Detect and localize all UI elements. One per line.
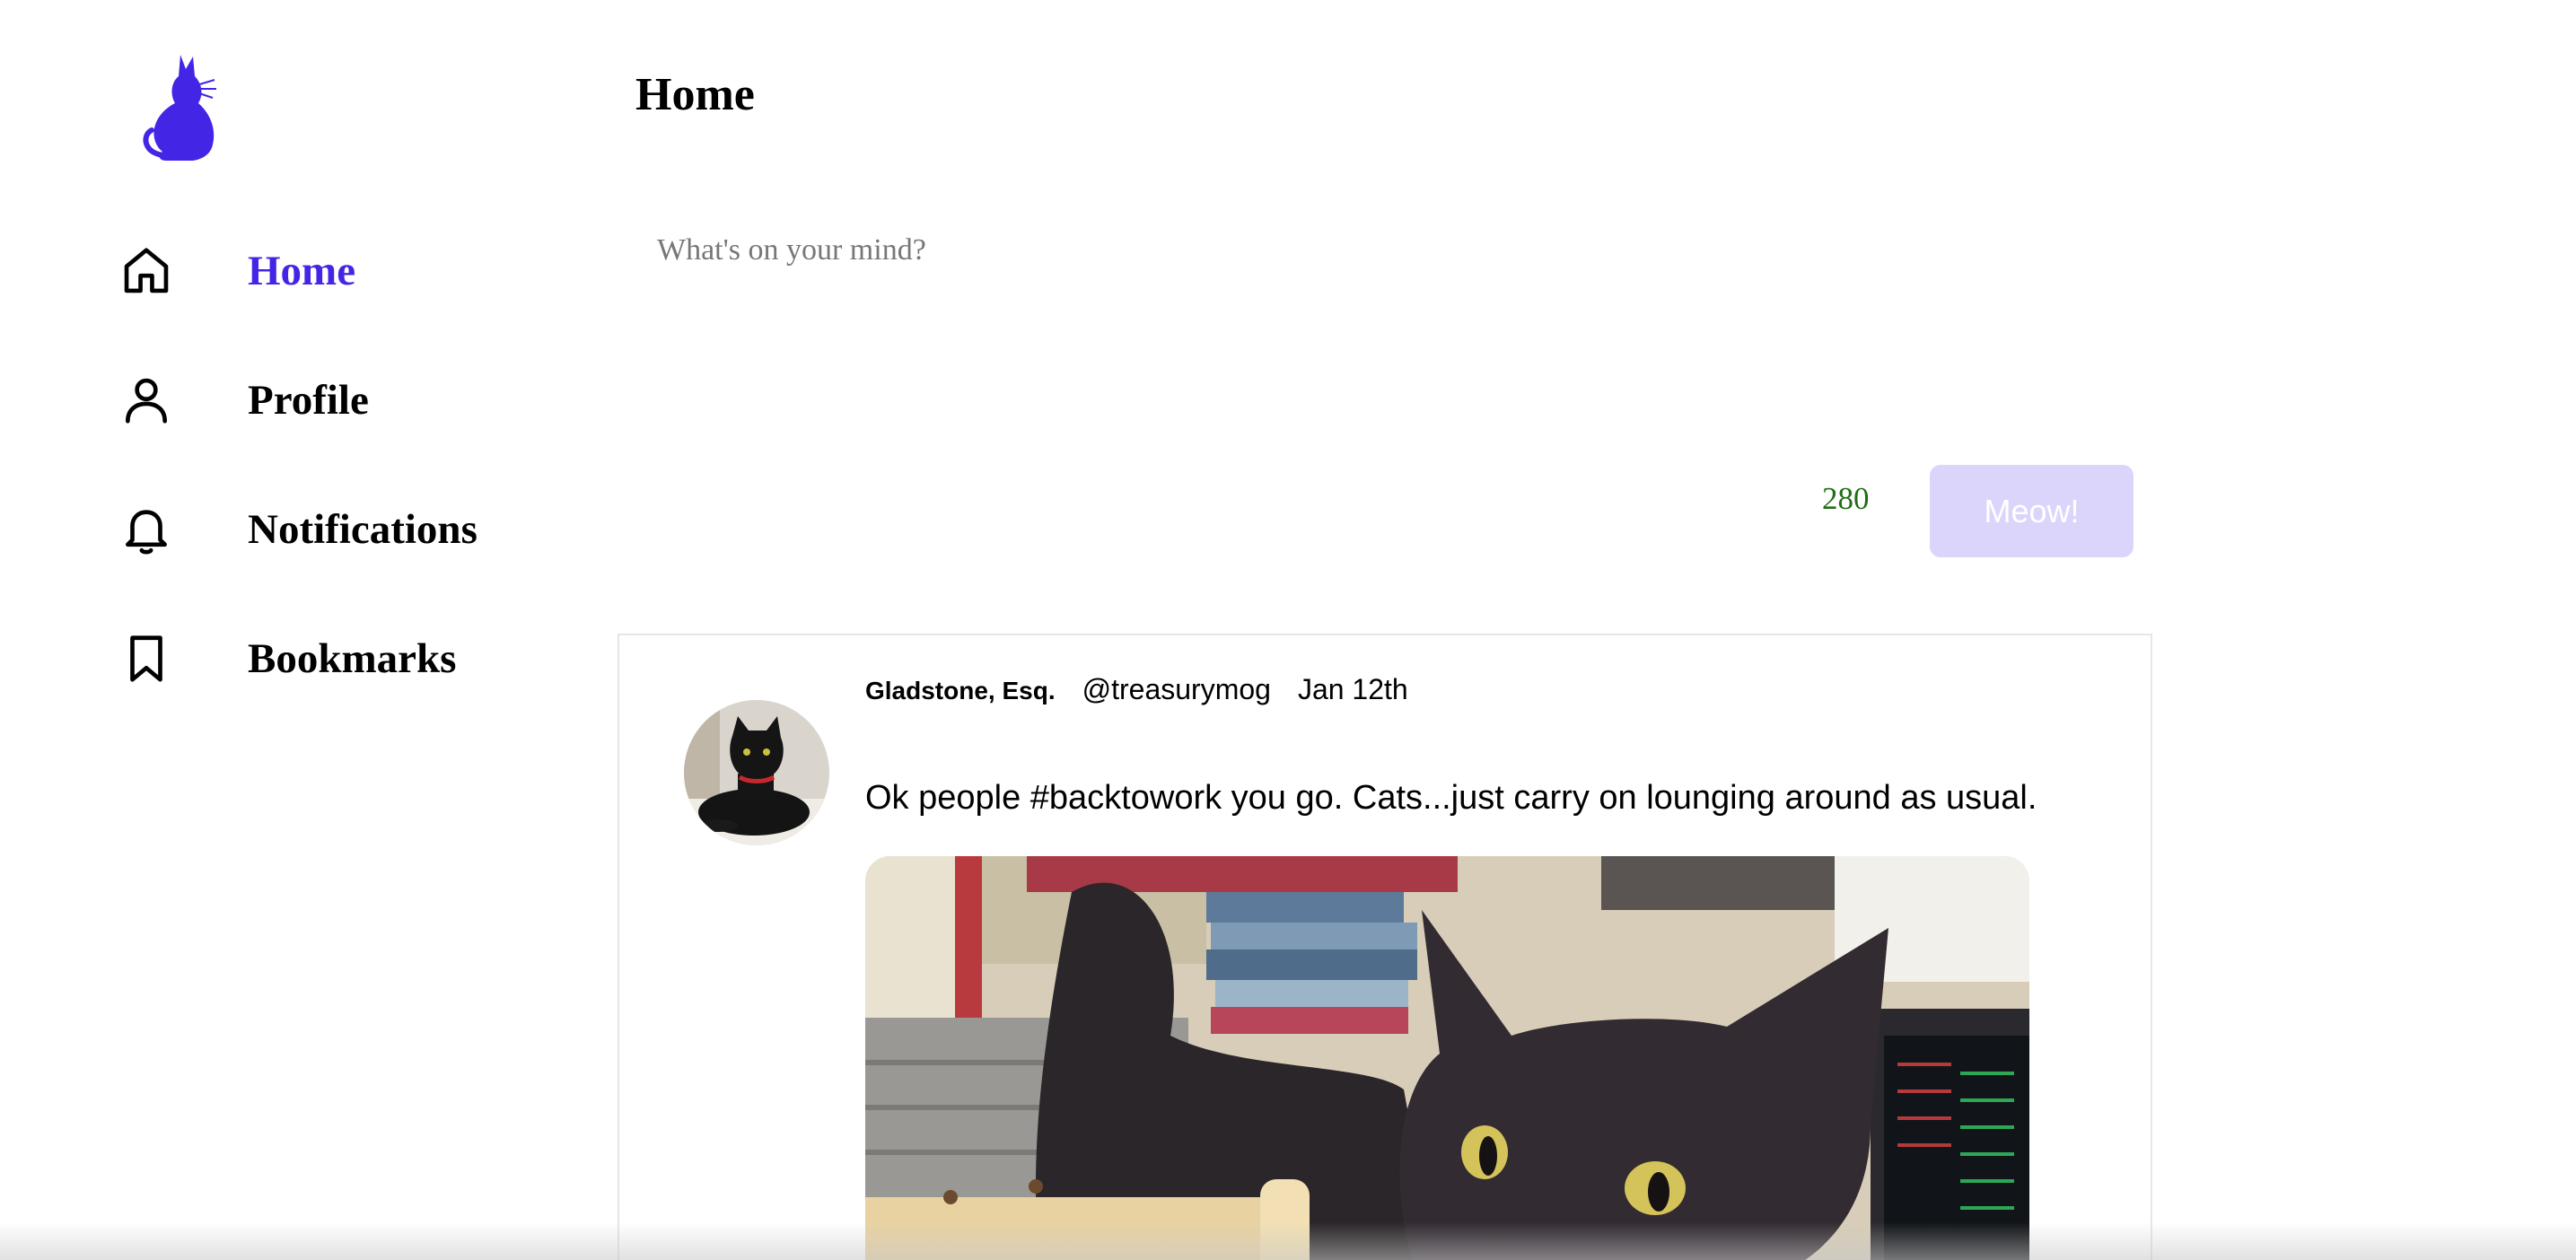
nav-item-profile[interactable]: Profile [117,355,530,445]
nav-item-label: Profile [248,377,369,424]
avatar[interactable] [684,700,829,845]
app-root: Home Profile Notifications Bookmarks Hom… [0,0,2576,1260]
home-icon [117,241,176,301]
nav-item-label: Bookmarks [248,635,457,682]
user-icon [117,371,176,430]
author-name[interactable]: Gladstone, Esq. [865,677,1056,705]
page-title: Home [635,69,755,120]
post-text: Ok people #backtowork you go. Cats...jus… [865,779,2037,817]
character-counter: 280 [1822,481,1870,516]
nav-item-home[interactable]: Home [117,226,530,316]
bookmark-icon [117,629,176,688]
author-handle[interactable]: @treasurymog [1082,673,1271,706]
post-image[interactable] [865,856,2029,1260]
nav-item-label: Notifications [248,506,478,553]
feed-post: Gladstone, Esq. @treasurymog Jan 12th Ok… [618,634,2152,1260]
meow-submit-button[interactable]: Meow! [1930,465,2134,557]
post-date: Jan 12th [1297,673,1408,705]
compose-input[interactable] [637,215,2145,431]
nav-item-notifications[interactable]: Notifications [117,485,530,574]
cat-logo-icon[interactable] [139,49,220,166]
nav-item-label: Home [248,248,356,294]
nav-item-bookmarks[interactable]: Bookmarks [117,614,530,704]
post-header: Gladstone, Esq. @treasurymog Jan 12th [865,673,1408,706]
bell-icon [117,500,176,559]
